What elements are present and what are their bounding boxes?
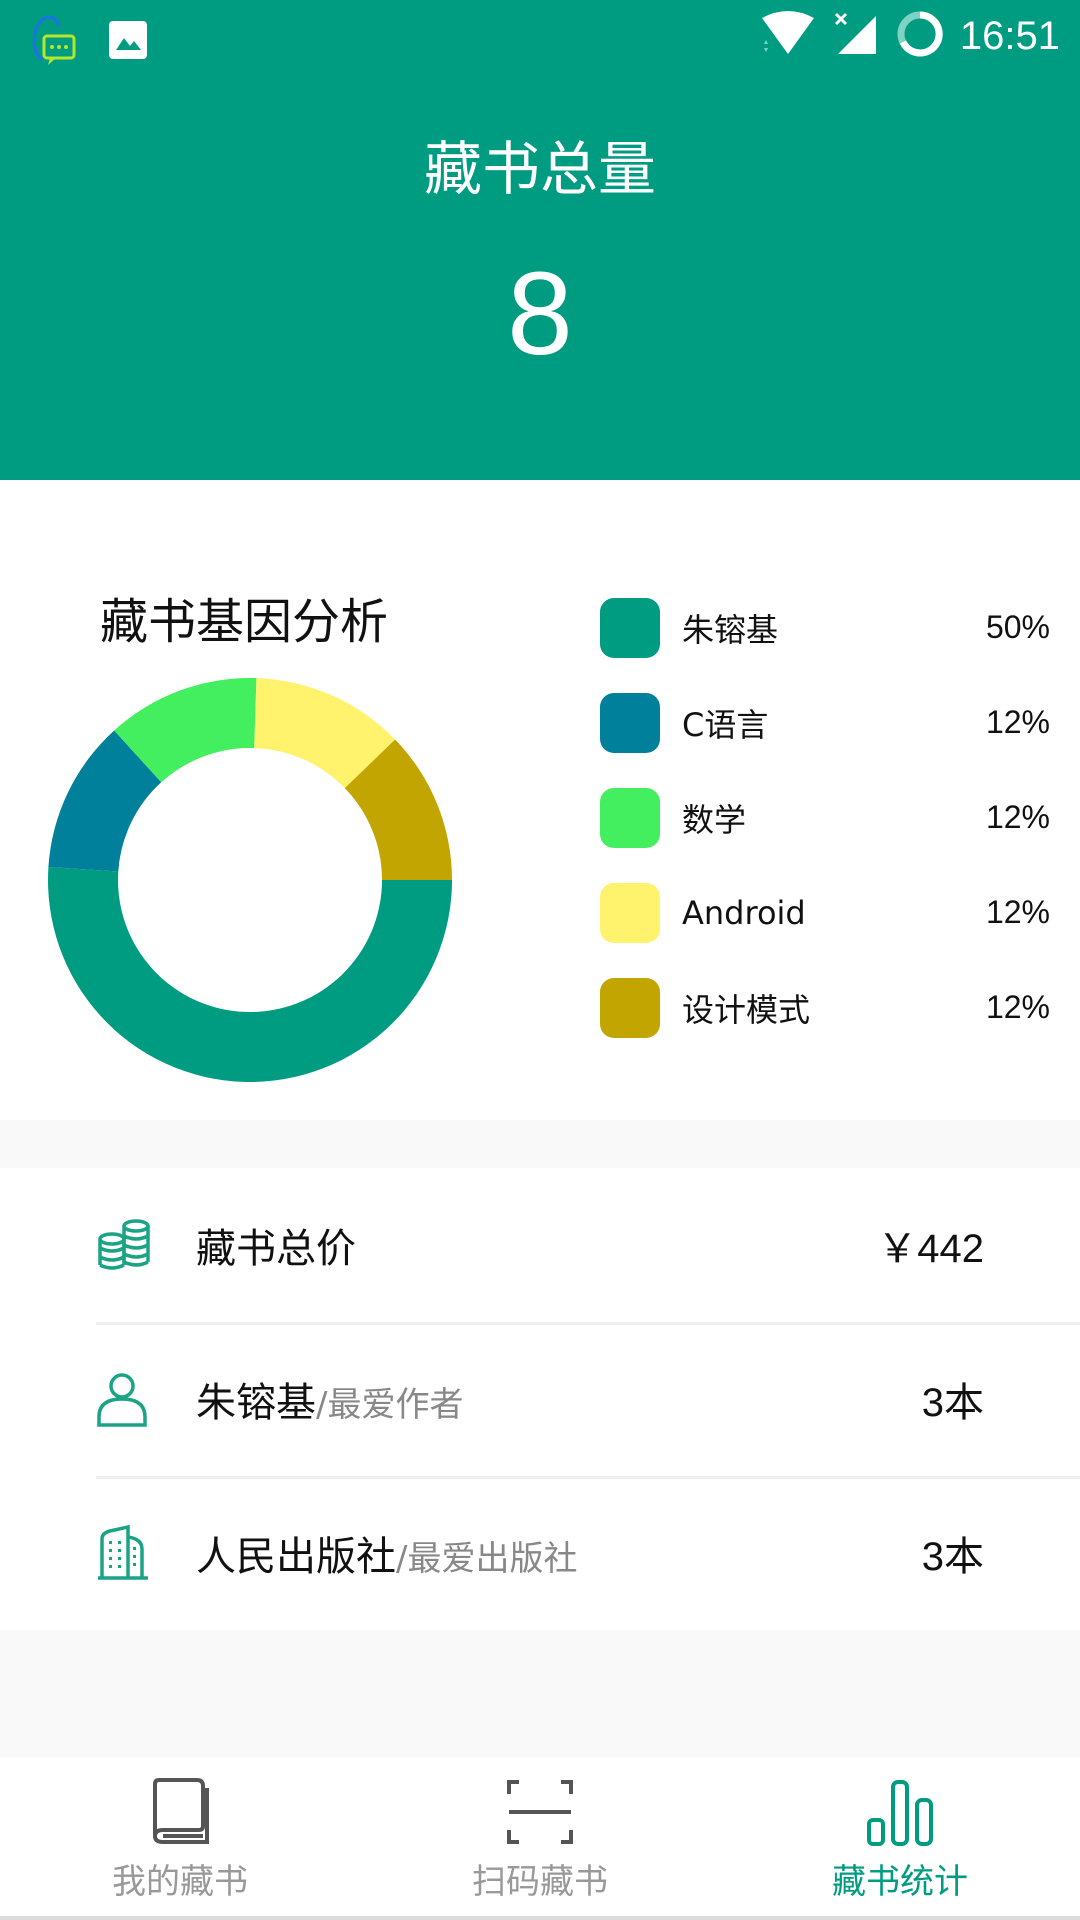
chat-bubble-notification-icon bbox=[28, 12, 80, 72]
stat-row-favorite-publisher[interactable]: 人民出版社/最爱出版社 3本 bbox=[0, 1476, 1080, 1630]
header: 16:51 藏书总量 8 bbox=[0, 0, 1080, 480]
chart-legend: 朱镕基 50% C语言 12% 数学 12% Android 12% 设计模式 12% bbox=[600, 580, 1050, 1055]
stat-label: 藏书总价 bbox=[196, 1226, 356, 1272]
person-icon bbox=[96, 1371, 148, 1427]
book-gene-analysis-card: 藏书基因分析 朱镕基 50% C语言 12% 数学 12% Android 12% 设计模式 12… bbox=[0, 480, 1080, 1120]
analysis-title: 藏书基因分析 bbox=[100, 594, 389, 650]
bottom-navigation: 我的藏书 扫码藏书 藏书统计 bbox=[0, 1758, 1080, 1916]
legend-swatch bbox=[600, 977, 660, 1038]
battery-ring-icon bbox=[896, 10, 944, 62]
legend-item: 设计模式 12% bbox=[600, 960, 1050, 1055]
tab-book-stats[interactable]: 藏书统计 bbox=[720, 1758, 1080, 1916]
total-books-label: 藏书总量 bbox=[423, 135, 656, 203]
stat-value: ￥442 bbox=[877, 1227, 984, 1271]
stats-list: 藏书总价 ￥442 朱镕基/最爱作者 3本 人民出版社/最爱出版社 3本 bbox=[0, 1168, 1080, 1630]
stat-value: 3本 bbox=[921, 1381, 984, 1425]
stat-label: 朱镕基/最爱作者 bbox=[196, 1380, 464, 1426]
wifi-icon bbox=[760, 10, 816, 62]
scan-icon bbox=[505, 1776, 575, 1848]
legend-item: 数学 12% bbox=[600, 770, 1050, 865]
donut-chart bbox=[48, 678, 453, 1082]
legend-swatch bbox=[600, 882, 660, 943]
legend-label: Android bbox=[682, 893, 806, 932]
stat-value: 3本 bbox=[921, 1535, 984, 1579]
system-nav-strip bbox=[0, 1916, 1080, 1920]
tab-label: 扫码藏书 bbox=[472, 1862, 608, 1902]
legend-item: 朱镕基 50% bbox=[600, 580, 1050, 675]
legend-label: 朱镕基 bbox=[682, 610, 779, 649]
tab-scan-books[interactable]: 扫码藏书 bbox=[360, 1758, 720, 1916]
donut-slice-0 bbox=[48, 867, 453, 1082]
stat-row-favorite-author[interactable]: 朱镕基/最爱作者 3本 bbox=[0, 1322, 1080, 1476]
total-books-count: 8 bbox=[507, 248, 573, 380]
legend-label: 设计模式 bbox=[682, 990, 811, 1029]
legend-swatch bbox=[600, 692, 660, 753]
legend-percent: 12% bbox=[985, 799, 1050, 835]
legend-percent: 12% bbox=[985, 989, 1050, 1025]
stat-label: 人民出版社/最爱出版社 bbox=[196, 1534, 578, 1580]
building-icon bbox=[96, 1524, 148, 1581]
book-icon bbox=[145, 1776, 215, 1848]
clock: 16:51 bbox=[959, 13, 1060, 58]
legend-label: C语言 bbox=[682, 705, 769, 744]
cell-signal-no-sim-icon bbox=[832, 10, 880, 62]
bar-chart-icon bbox=[865, 1776, 935, 1848]
legend-swatch bbox=[600, 597, 660, 658]
stat-row-total-price[interactable]: 藏书总价 ￥442 bbox=[0, 1168, 1080, 1322]
legend-item: Android 12% bbox=[600, 865, 1050, 960]
legend-percent: 12% bbox=[985, 704, 1050, 740]
legend-label: 数学 bbox=[682, 800, 747, 839]
tab-label: 藏书统计 bbox=[832, 1862, 968, 1902]
legend-percent: 50% bbox=[985, 609, 1050, 645]
coins-icon bbox=[96, 1217, 150, 1273]
status-bar: 16:51 bbox=[0, 0, 1080, 76]
legend-item: C语言 12% bbox=[600, 675, 1050, 770]
tab-my-books[interactable]: 我的藏书 bbox=[0, 1758, 360, 1916]
legend-percent: 12% bbox=[985, 894, 1050, 930]
image-icon bbox=[108, 20, 148, 64]
legend-swatch bbox=[600, 787, 660, 848]
tab-label: 我的藏书 bbox=[112, 1862, 248, 1902]
